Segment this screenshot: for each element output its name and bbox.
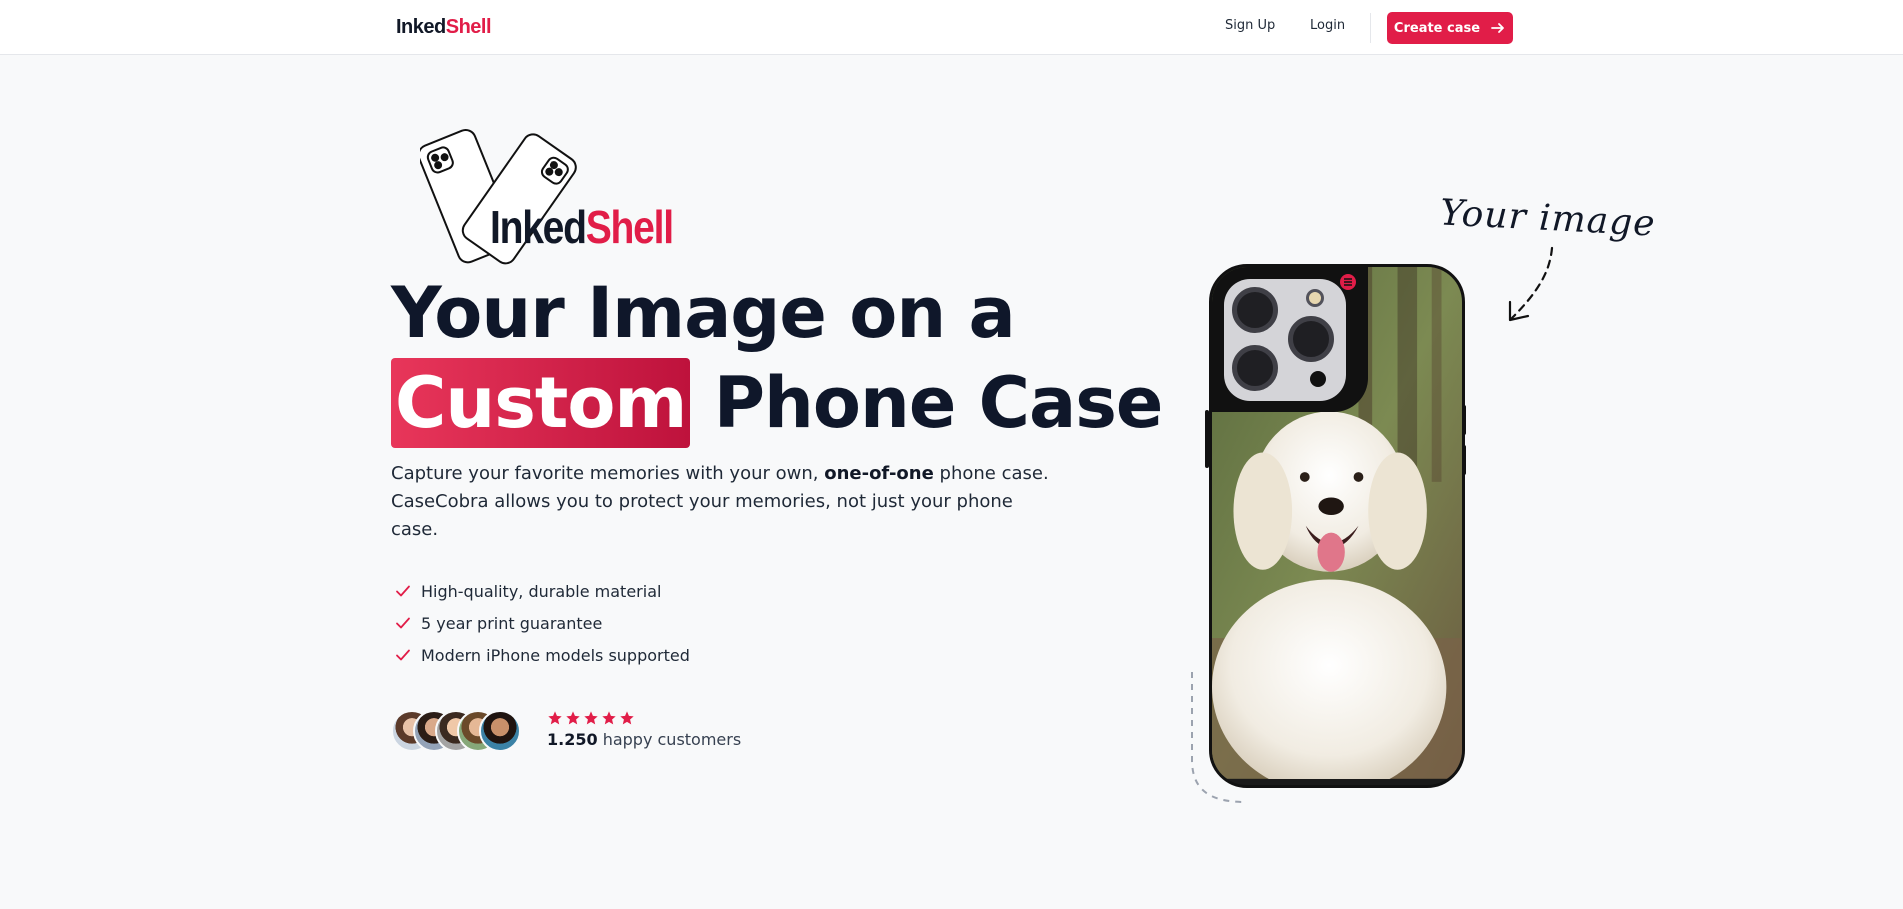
your-image-annotation: Your image	[1439, 192, 1657, 245]
desc-bold: one-of-one	[824, 463, 934, 484]
signup-link[interactable]: Sign Up	[1225, 18, 1275, 33]
arrow-down-left-icon	[1508, 246, 1554, 322]
star-icon	[548, 711, 562, 725]
feature-label: 5 year print guarantee	[421, 613, 603, 633]
lidar-sensor	[1310, 371, 1326, 387]
camera-lens	[1232, 287, 1278, 333]
hero-description: Capture your favorite memories with your…	[391, 460, 1051, 544]
hero-logo-wordmark: InkedShell	[490, 200, 674, 254]
create-case-button[interactable]: Create case	[1387, 12, 1513, 44]
hero-logo-inked: Inked	[490, 201, 587, 253]
nav-divider	[1370, 13, 1371, 43]
flash	[1306, 289, 1324, 307]
headline-highlight: Custom	[391, 358, 691, 448]
headline-line-2-text: Phone Case	[713, 362, 1164, 444]
hero-headline: Your Image on a Custom Phone Case	[391, 268, 1164, 448]
phone-case-preview	[1209, 264, 1465, 788]
nav-logo[interactable]: Inked Shell	[396, 14, 492, 40]
camera-plate	[1224, 279, 1346, 401]
camera-lens	[1232, 345, 1278, 391]
star-icon	[584, 711, 598, 725]
rating-stars	[547, 710, 635, 726]
create-case-label: Create case	[1393, 20, 1481, 36]
login-link[interactable]: Login	[1310, 18, 1345, 33]
feature-label: High-quality, durable material	[421, 581, 662, 601]
star-icon	[566, 711, 580, 725]
star-icon	[602, 711, 616, 725]
check-icon	[396, 617, 410, 629]
arrow-right-icon	[1491, 23, 1504, 33]
headline-line-2: Custom Phone Case	[391, 358, 1164, 448]
logo-text-inked: Inked	[396, 15, 446, 38]
hero-logo-shell: Shell	[585, 201, 674, 253]
customers-count: 1.250 happy customers	[547, 730, 741, 749]
feature-list: High-quality, durable material 5 year pr…	[395, 575, 690, 671]
customers-label: happy customers	[597, 730, 742, 749]
desc-part-1: Capture your favorite memories with your…	[391, 463, 825, 484]
camera-lens	[1288, 316, 1334, 362]
logo-text-shell: Shell	[445, 15, 492, 38]
customers-number: 1.250	[547, 730, 598, 749]
feature-item: 5 year print guarantee	[395, 607, 690, 639]
feature-label: Modern iPhone models supported	[421, 645, 690, 665]
feature-item: High-quality, durable material	[395, 575, 690, 607]
navbar: Inked Shell Sign Up Login Create case	[0, 0, 1903, 55]
avatar	[479, 710, 521, 752]
brand-badge-icon	[1340, 274, 1356, 290]
check-icon	[396, 649, 410, 661]
feature-item: Modern iPhone models supported	[395, 639, 690, 671]
check-icon	[396, 585, 410, 597]
headline-line-1: Your Image on a	[391, 272, 1016, 354]
star-icon	[620, 711, 634, 725]
